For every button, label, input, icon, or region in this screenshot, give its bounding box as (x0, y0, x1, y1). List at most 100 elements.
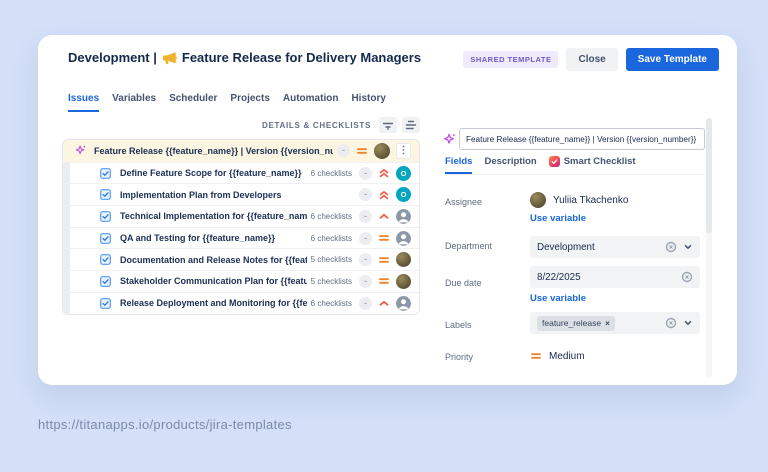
checklists-count: 5 checklists (310, 255, 352, 265)
row-meta: - ⋮ (337, 142, 411, 159)
issue-row[interactable]: Define Feature Scope for {{feature_name}… (63, 161, 419, 184)
collapse-checklists-button[interactable] (402, 117, 420, 133)
collapse-details-icon (382, 120, 394, 131)
remove-label-icon[interactable]: × (605, 319, 610, 328)
priority-medium-icon (378, 254, 390, 266)
issue-title: Technical Implementation for {{feature_n… (120, 211, 307, 222)
tab-issues[interactable]: Issues (68, 93, 100, 112)
issue-row[interactable]: Release Deployment and Monitoring for {{… (63, 291, 419, 314)
avatar-person-icon (396, 230, 411, 246)
clear-icon[interactable] (665, 317, 677, 329)
row-meta: 6 checklists - (310, 230, 411, 246)
department-label: Department (445, 241, 493, 251)
title-main: Feature Release for Delivery Managers (181, 50, 422, 65)
avatar-initial-o: O (396, 165, 411, 181)
priority-label: Priority (445, 352, 474, 362)
labels-label: Labels (445, 320, 472, 330)
clear-icon[interactable] (665, 241, 677, 253)
labels-select[interactable]: feature_release × (530, 312, 700, 334)
close-button[interactable]: Close (566, 48, 618, 71)
chevron-down-icon[interactable] (683, 242, 693, 252)
page-title: Development | Feature Release for Delive… (68, 50, 421, 65)
checklists-count: 6 checklists (310, 233, 352, 243)
priority-medium-icon (378, 275, 390, 287)
tab-projects[interactable]: Projects (230, 93, 269, 112)
assignee-use-variable-link[interactable]: Use variable (530, 213, 586, 224)
detail-tab-smart-checklist[interactable]: Smart Checklist (548, 156, 636, 172)
ai-sparkle-icon (442, 132, 457, 147)
detail-tab-label: Smart Checklist (563, 156, 636, 167)
due-date-label: Due date (445, 278, 482, 288)
estimate-chip: - (359, 296, 372, 310)
title-prefix: Development | (68, 50, 157, 65)
tab-history[interactable]: History (351, 93, 385, 112)
scrollbar-track[interactable] (706, 118, 712, 378)
header-actions: SHARED TEMPLATE Close Save Template (463, 48, 719, 71)
template-editor-window: Development | Feature Release for Delive… (38, 35, 737, 385)
summary-value: Feature Release {{feature_name}} | Versi… (466, 134, 697, 144)
checklist-lines-icon (405, 120, 417, 131)
scrollbar-thumb[interactable] (706, 118, 712, 233)
assignee-label: Assignee (445, 197, 483, 207)
estimate-chip: - (359, 188, 372, 202)
estimate-chip: - (359, 166, 372, 180)
due-date-input[interactable]: 8/22/2025 (530, 266, 700, 288)
estimate-chip: - (359, 274, 372, 288)
row-meta: 6 checklists - (310, 295, 411, 311)
detail-tabs: Fields Description Smart Checklist (445, 156, 636, 174)
checklists-count: 6 checklists (310, 298, 352, 308)
detail-tab-description[interactable]: Description (484, 156, 536, 172)
issue-row[interactable]: QA and Testing for {{feature_name}} 6 che… (63, 226, 419, 249)
epic-row[interactable]: Feature Release {{feature_name}} | Versi… (63, 140, 419, 162)
department-select[interactable]: Development (530, 236, 700, 258)
due-date-use-variable-link[interactable]: Use variable (530, 293, 586, 304)
collapse-details-button[interactable] (379, 117, 397, 133)
detail-tab-label: Fields (445, 156, 473, 167)
checklists-count: 5 checklists (310, 276, 352, 286)
indent-guide (63, 227, 70, 249)
save-template-button[interactable]: Save Template (625, 48, 719, 71)
row-meta: 5 checklists - (310, 252, 411, 268)
row-menu-button[interactable]: ⋮ (396, 142, 411, 159)
task-type-icon (100, 254, 111, 266)
url-caption: https://titanapps.io/products/jira-templ… (38, 417, 292, 432)
avatar-photo (396, 252, 411, 268)
estimate-chip: - (359, 253, 372, 267)
tab-automation[interactable]: Automation (283, 93, 339, 112)
issue-row[interactable]: Stakeholder Communication Plan for {{fea… (63, 270, 419, 292)
row-meta: 6 checklists - (311, 208, 411, 224)
estimate-chip: - (359, 209, 372, 223)
row-meta: -O (359, 187, 411, 203)
clear-icon[interactable] (681, 271, 693, 283)
priority-value[interactable]: Medium (530, 350, 585, 362)
issue-title: Release Deployment and Monitoring for {{… (120, 298, 307, 309)
priority-text: Medium (549, 350, 585, 362)
summary-input[interactable]: Feature Release {{feature_name}} | Versi… (459, 128, 705, 150)
checklists-count: 6 checklists (310, 168, 352, 178)
due-date-value: 8/22/2025 (537, 271, 581, 283)
tab-scheduler[interactable]: Scheduler (169, 93, 217, 112)
shared-template-badge: SHARED TEMPLATE (463, 51, 559, 68)
indent-guide (63, 249, 70, 271)
issue-title: Define Feature Scope for {{feature_name}… (120, 168, 302, 179)
assignee-value[interactable]: Yuliia Tkachenko (530, 192, 628, 208)
issue-row[interactable]: Implementation Plan from Developers - O (63, 183, 419, 206)
label-chip[interactable]: feature_release × (537, 315, 615, 331)
estimate-chip: - (337, 144, 350, 158)
tab-variables[interactable]: Variables (112, 93, 156, 112)
task-type-icon (100, 276, 111, 287)
issue-row[interactable]: Documentation and Release Notes for {{fe… (63, 248, 419, 271)
list-toolbar: DETAILS & CHECKLISTS (62, 117, 420, 133)
task-type-icon (100, 167, 111, 179)
issue-title: Documentation and Release Notes for {{fe… (120, 254, 307, 265)
detail-tab-label: Description (484, 156, 537, 167)
priority-medium-icon (530, 350, 542, 362)
detail-tab-fields[interactable]: Fields (445, 156, 473, 174)
priority-highest-icon (378, 167, 390, 179)
task-type-icon (100, 232, 111, 244)
avatar-photo (374, 142, 390, 159)
issue-title: Feature Release {{feature_name}} | Versi… (94, 145, 333, 156)
avatar-person-icon (396, 295, 411, 311)
chevron-down-icon[interactable] (683, 318, 693, 328)
issue-row[interactable]: Technical Implementation for {{feature_n… (63, 205, 419, 227)
